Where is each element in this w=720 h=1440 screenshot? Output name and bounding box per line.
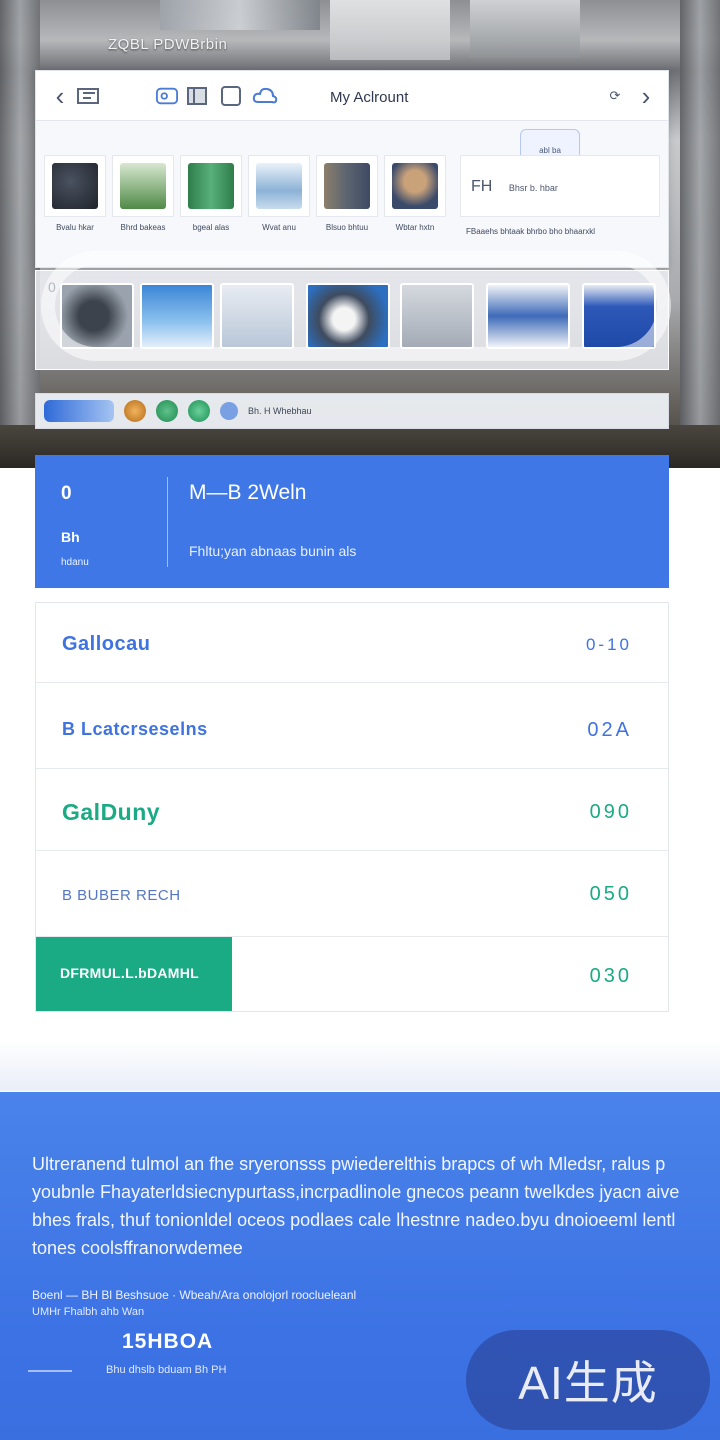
footer-divider <box>28 1370 72 1372</box>
account-sub: Bh <box>61 529 80 545</box>
thumbnail-image <box>324 163 370 209</box>
building-center-right <box>470 0 580 58</box>
list-item-value: 090 <box>589 801 632 823</box>
account-list: Gallocau 0-10 B Lcatcrseselns 02A GalDun… <box>35 602 669 1012</box>
thumbnail-label: bgeal alas <box>192 223 230 232</box>
list-item-label: GalDuny <box>62 799 161 825</box>
list-item[interactable]: GalDuny 090 <box>36 769 668 851</box>
gallery-image[interactable] <box>400 283 474 349</box>
detail-panel[interactable]: FH Bhsr b. hbar <box>460 155 660 217</box>
thumbnail-item[interactable] <box>44 155 106 217</box>
building-left <box>0 0 40 460</box>
list-item-selected[interactable]: DFRMUL.L.bDAMHL 030 <box>36 937 668 1011</box>
selected-highlight: DFRMUL.L.bDAMHL <box>36 937 232 1011</box>
gallery-image[interactable] <box>306 283 390 349</box>
detail-glyph: FH <box>471 178 493 195</box>
footer-meta-secondary: UMHr Fhalbh ahb Wan <box>32 1306 145 1318</box>
list-item-value: 02A <box>587 719 632 741</box>
image-icon[interactable] <box>156 85 178 107</box>
hero-caption: ZQBL PDWBrbin <box>108 36 228 53</box>
gallery-image[interactable] <box>60 283 134 349</box>
thumbnail-image <box>120 163 166 209</box>
thumbnail-image <box>392 163 438 209</box>
list-item-label: B BUBER RECH <box>62 887 181 904</box>
thumbnail-image <box>52 163 98 209</box>
back-button[interactable]: ‹ <box>50 81 70 111</box>
list-item[interactable]: B Lcatcrseselns 02A <box>36 683 668 769</box>
thumbnail-label: Bvalu hkar <box>56 223 94 232</box>
detail-label: FBaaehs bhtaak bhrbo bho bhaarxkl <box>466 227 595 236</box>
check-icon[interactable] <box>156 400 178 422</box>
bottom-toolbar: Bh. H Whebhau <box>35 393 669 429</box>
footer-note: Bhu dhslb bduam Bh PH <box>106 1364 227 1376</box>
account-code: 0 <box>61 483 72 504</box>
coin-icon[interactable] <box>124 400 146 422</box>
list-item-value: 050 <box>589 883 632 905</box>
gallery-strip: 0 <box>35 251 671 370</box>
footer-meta: Boenl — BH Bl Beshsuoe · Wbeah/Ara onolo… <box>32 1288 357 1302</box>
page-title: My Aclrount <box>330 89 409 106</box>
thumbnail-item[interactable] <box>384 155 446 217</box>
ai-generated-badge: AI生成 <box>466 1330 710 1430</box>
list-item-label: B Lcatcrseselns <box>62 719 208 739</box>
help-icon[interactable] <box>220 402 238 420</box>
thumbnail-image <box>256 163 302 209</box>
building-right <box>680 0 720 460</box>
account-header-card: 0 Bh hdanu M—B 2Weln Fhltu;yan abnaas bu… <box>35 455 669 588</box>
thumbnail-strip <box>44 155 446 217</box>
list-item[interactable]: Gallocau 0-10 <box>36 603 668 683</box>
gallery-index: 0 <box>48 279 56 295</box>
browser-toolbar: ‹ My Aclrount ⟳ › <box>36 71 668 121</box>
card-description: Fhltu;yan abnaas bunin als <box>189 543 357 559</box>
menu-icon[interactable] <box>76 85 100 107</box>
book-icon[interactable] <box>186 85 208 107</box>
thumbnail-item[interactable] <box>180 155 242 217</box>
refresh-icon[interactable]: ⟳ <box>606 85 624 107</box>
building-center <box>330 0 450 60</box>
gallery-image[interactable] <box>582 283 656 349</box>
list-item-label: Gallocau <box>62 633 151 655</box>
gallery-image[interactable] <box>220 283 294 349</box>
account-sub2: hdanu <box>61 557 89 568</box>
thumbnail-item[interactable] <box>316 155 378 217</box>
thumbnail-label: Wbtar hxtn <box>395 223 435 232</box>
cloud-icon[interactable] <box>252 85 278 107</box>
footer-paragraph: Ultreranend tulmol an fhe sryeronsss pwi… <box>32 1154 680 1258</box>
divider <box>167 477 168 567</box>
leaf-icon[interactable] <box>188 400 210 422</box>
thumbnail-label: Blsuo bhtuu <box>325 223 369 232</box>
thumbnail-label: Bhrd bakeas <box>120 223 166 232</box>
thumbnail-image <box>188 163 234 209</box>
toolbar-text: Bh. H Whebhau <box>248 406 312 416</box>
forward-button[interactable]: › <box>636 81 656 111</box>
gallery-image[interactable] <box>140 283 214 349</box>
footer-number: 15HBOA <box>122 1330 214 1353</box>
tablet-icon[interactable] <box>220 85 242 107</box>
list-item-label: DFRMUL.L.bDAMHL <box>60 965 200 981</box>
gallery-image[interactable] <box>486 283 570 349</box>
detail-text: Bhsr b. hbar <box>508 183 558 193</box>
progress-chip[interactable] <box>44 400 114 422</box>
card-title: M—B 2Weln <box>189 481 307 504</box>
thumbnail-item[interactable] <box>248 155 310 217</box>
list-item[interactable]: B BUBER RECH 050 <box>36 851 668 937</box>
building-center-left <box>160 0 320 30</box>
list-item-value: 0-10 <box>585 635 632 654</box>
list-item-value: 030 <box>589 965 632 987</box>
browser-window: ‹ My Aclrount ⟳ › abl ba Bvalu hkar Bhrd… <box>35 70 669 268</box>
thumbnail-label: Wvat anu <box>262 223 296 232</box>
thumbnail-item[interactable] <box>112 155 174 217</box>
